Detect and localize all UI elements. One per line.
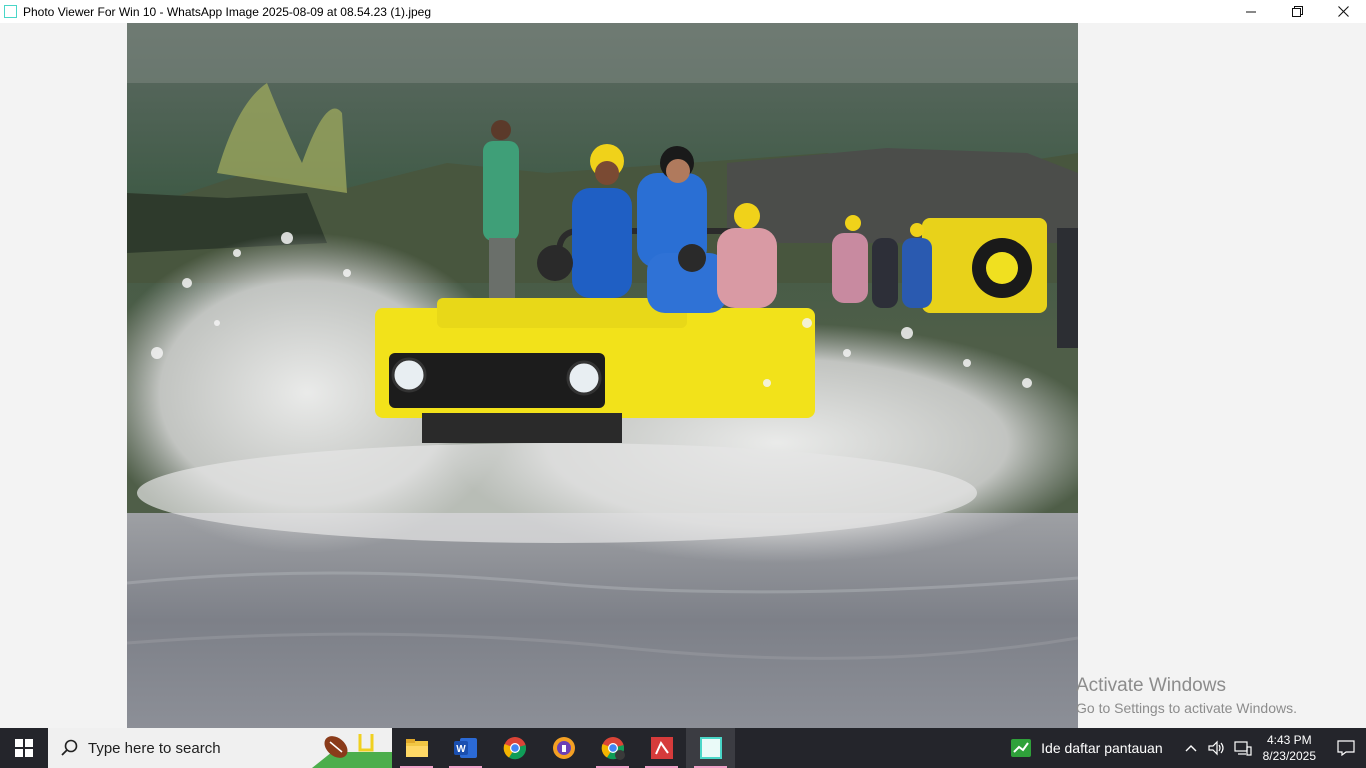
photo-viewer-app-icon — [4, 5, 17, 18]
close-icon — [1337, 6, 1349, 17]
action-center-button[interactable] — [1326, 728, 1366, 768]
restore-icon — [1291, 6, 1303, 17]
taskbar-file-explorer[interactable] — [392, 728, 441, 768]
clock-time: 4:43 PM — [1266, 733, 1312, 747]
network-icon — [1234, 741, 1252, 756]
svg-text:W: W — [456, 744, 466, 755]
activate-windows-title: Activate Windows — [1076, 675, 1226, 696]
search-highlight-football-icon — [312, 734, 392, 768]
search-icon — [61, 739, 78, 756]
activate-windows-subtitle: Go to Settings to activate Windows. — [1076, 700, 1297, 716]
jeep-splash-photo — [127, 23, 1078, 728]
news-widget[interactable]: Ide daftar pantauan — [1011, 739, 1163, 757]
restore-button[interactable] — [1274, 0, 1320, 23]
close-button[interactable] — [1320, 0, 1366, 23]
image-viewer-canvas[interactable]: Activate Windows Go to Settings to activ… — [0, 23, 1366, 728]
show-hidden-icons-button[interactable] — [1179, 728, 1203, 768]
taskbar-clock[interactable]: 4:43 PM 8/23/2025 — [1263, 732, 1316, 764]
displayed-photo — [127, 23, 1078, 728]
taskbar-photo-viewer[interactable] — [686, 728, 735, 768]
start-button[interactable] — [0, 728, 48, 768]
vpn-shield-icon — [552, 737, 575, 759]
chrome-icon — [503, 737, 526, 760]
pdf-reader-icon — [650, 737, 673, 759]
taskbar-pdf-reader[interactable] — [637, 728, 686, 768]
minimize-button[interactable] — [1228, 0, 1274, 23]
windows-logo-icon — [15, 739, 33, 757]
photo-viewer-icon — [699, 737, 722, 759]
speaker-icon — [1208, 740, 1224, 756]
taskbar-vpn[interactable] — [539, 728, 588, 768]
taskbar-word[interactable]: W — [441, 728, 490, 768]
chrome-profile-icon — [601, 737, 625, 760]
activate-windows-watermark: Activate Windows Go to Settings to activ… — [1076, 675, 1297, 718]
notification-icon — [1337, 740, 1355, 756]
title-bar: Photo Viewer For Win 10 - WhatsApp Image… — [0, 0, 1366, 23]
news-widget-text: Ide daftar pantauan — [1041, 740, 1163, 756]
word-icon: W — [453, 738, 477, 758]
clock-date: 8/23/2025 — [1262, 749, 1316, 763]
network-button[interactable] — [1231, 728, 1255, 768]
volume-button[interactable] — [1205, 728, 1229, 768]
taskbar: Type here to search W Ide daftar pantaua… — [0, 728, 1366, 768]
chevron-up-icon — [1185, 745, 1197, 752]
search-placeholder: Type here to search — [88, 739, 221, 757]
minimize-icon — [1246, 11, 1256, 12]
window-title: Photo Viewer For Win 10 - WhatsApp Image… — [23, 4, 432, 19]
system-tray: Ide daftar pantauan 4:43 PM 8/23/2025 — [1011, 728, 1366, 768]
taskbar-search-box[interactable]: Type here to search — [48, 728, 392, 768]
window-controls — [1228, 0, 1366, 23]
file-explorer-icon — [405, 739, 428, 757]
taskbar-chrome[interactable] — [490, 728, 539, 768]
taskbar-chrome-profile[interactable] — [588, 728, 637, 768]
stock-chart-icon — [1011, 739, 1032, 757]
